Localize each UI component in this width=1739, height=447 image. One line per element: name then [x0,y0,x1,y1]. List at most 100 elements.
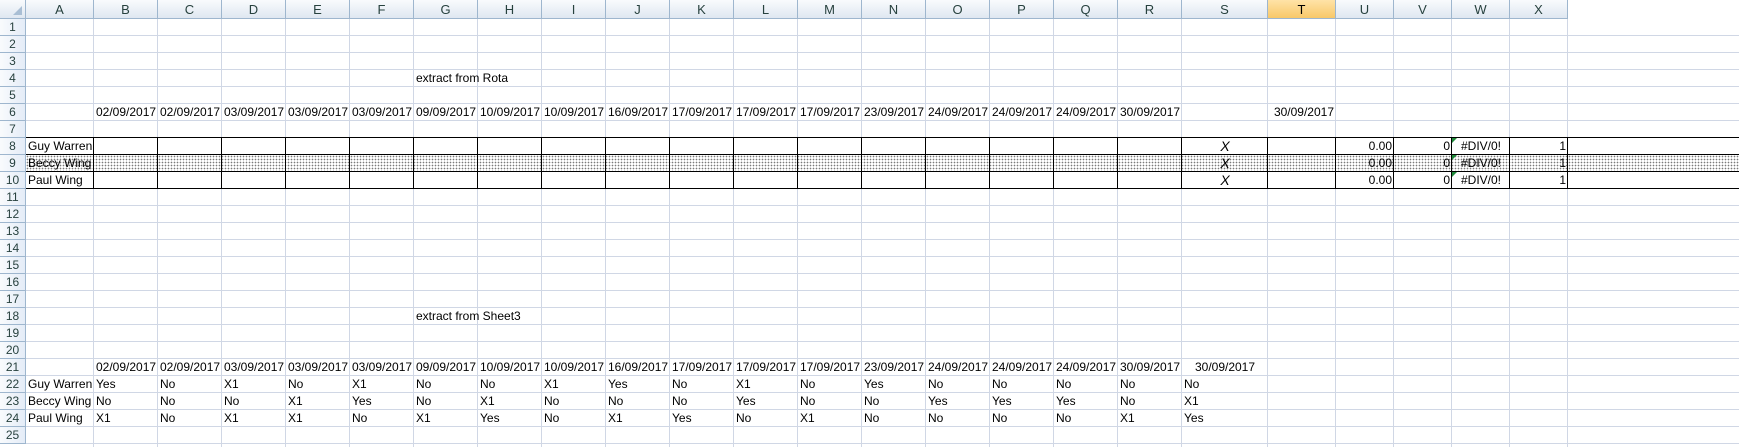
rota-date-cell[interactable]: 09/09/2017 [414,104,478,121]
sheet3-value-cell[interactable]: Yes [990,393,1054,410]
sheet3-value-cell[interactable]: Yes [1054,393,1118,410]
column-header-w[interactable]: W [1452,0,1510,19]
row-header-17[interactable]: 17 [0,291,26,308]
sheet3-date-cell[interactable]: 02/09/2017 [94,359,158,376]
sheet3-value-cell[interactable]: No [286,376,350,393]
sheet3-value-cell[interactable]: X1 [414,410,478,427]
sheet3-date-cell[interactable]: 30/09/2017 [1182,359,1268,376]
sheet3-value-cell[interactable]: No [1118,393,1182,410]
sheet3-value-cell[interactable]: X1 [222,376,286,393]
row-header-6[interactable]: 6 [0,104,26,121]
sheet3-value-cell[interactable]: No [606,393,670,410]
sheet3-value-cell[interactable]: No [926,410,990,427]
rota-date-cell[interactable]: 17/09/2017 [670,104,734,121]
sheet3-date-cell[interactable]: 23/09/2017 [862,359,926,376]
column-header-b[interactable]: B [94,0,158,19]
rota-mark-cell[interactable]: X [1182,172,1268,189]
row-header-9[interactable]: 9 [0,155,26,172]
rota-value-u[interactable]: 0.00 [1336,138,1394,155]
row-header-25[interactable]: 25 [0,427,26,444]
rota-error-w[interactable]: #DIV/0! [1452,155,1510,172]
column-header-o[interactable]: O [926,0,990,19]
rota-date-cell[interactable]: 03/09/2017 [286,104,350,121]
spreadsheet-grid[interactable]: A B C D E F G H I J K L M N O P Q R S T U V W X 1 2 3 4 5 6 7 8 9 10 11 12 1… [0,0,1739,447]
sheet3-value-cell[interactable]: No [94,393,158,410]
sheet3-value-cell[interactable]: X1 [350,376,414,393]
sheet3-value-cell[interactable]: X1 [1182,393,1268,410]
row-header-16[interactable]: 16 [0,274,26,291]
sheet3-value-cell[interactable]: X1 [1118,410,1182,427]
rota-date-cell[interactable]: 03/09/2017 [350,104,414,121]
row-header-23[interactable]: 23 [0,393,26,410]
sheet3-value-cell[interactable]: X1 [606,410,670,427]
sheet3-date-cell[interactable]: 24/09/2017 [1054,359,1118,376]
column-header-x[interactable]: X [1510,0,1568,19]
rota-date-cell[interactable]: 24/09/2017 [1054,104,1118,121]
row-header-18[interactable]: 18 [0,308,26,325]
column-header-i[interactable]: I [542,0,606,19]
sheet3-value-cell[interactable]: No [158,393,222,410]
column-header-a[interactable]: A [26,0,94,19]
sheet3-value-cell[interactable]: X1 [734,376,798,393]
sheet3-date-cell[interactable]: 09/09/2017 [414,359,478,376]
sheet3-value-cell[interactable]: Yes [734,393,798,410]
column-header-q[interactable]: Q [1054,0,1118,19]
column-header-j[interactable]: J [606,0,670,19]
sheet3-value-cell[interactable]: No [478,376,542,393]
sheet3-value-cell[interactable]: No [1054,410,1118,427]
row-header-13[interactable]: 13 [0,223,26,240]
rota-date-cell-t[interactable]: 30/09/2017 [1268,104,1336,121]
select-all-corner[interactable] [0,0,26,19]
column-header-c[interactable]: C [158,0,222,19]
column-header-u[interactable]: U [1336,0,1394,19]
sheet3-value-cell[interactable]: X1 [286,393,350,410]
rota-name-cell[interactable]: Beccy Wing [26,155,94,172]
sheet3-value-cell[interactable]: Yes [350,393,414,410]
column-header-p[interactable]: P [990,0,1054,19]
sheet3-value-cell[interactable]: X1 [478,393,542,410]
sheet3-date-cell[interactable]: 10/09/2017 [542,359,606,376]
row-header-1[interactable]: 1 [0,19,26,36]
sheet3-value-cell[interactable]: No [990,376,1054,393]
sheet3-value-cell[interactable]: Yes [926,393,990,410]
rota-error-w[interactable]: #DIV/0! [1452,138,1510,155]
sheet3-date-cell[interactable]: 16/09/2017 [606,359,670,376]
sheet3-value-cell[interactable]: Yes [478,410,542,427]
sheet3-value-cell[interactable]: No [350,410,414,427]
rota-value-x[interactable]: 1 [1510,172,1568,189]
sheet3-value-cell[interactable]: Yes [1182,410,1268,427]
row-header-10[interactable]: 10 [0,172,26,189]
sheet3-value-cell[interactable]: Yes [862,376,926,393]
row-header-4[interactable]: 4 [0,70,26,87]
sheet3-title[interactable]: extract from Sheet3 [414,308,521,325]
sheet3-value-cell[interactable]: No [414,376,478,393]
rota-date-cell[interactable]: 10/09/2017 [478,104,542,121]
sheet3-date-cell[interactable]: 17/09/2017 [734,359,798,376]
sheet3-value-cell[interactable]: No [798,376,862,393]
sheet3-value-cell[interactable]: No [542,393,606,410]
sheet3-value-cell[interactable]: No [862,410,926,427]
sheet3-value-cell[interactable]: No [990,410,1054,427]
column-header-d[interactable]: D [222,0,286,19]
row-header-11[interactable]: 11 [0,189,26,206]
sheet3-date-cell[interactable]: 10/09/2017 [478,359,542,376]
sheet3-value-cell[interactable]: X1 [286,410,350,427]
row-header-5[interactable]: 5 [0,87,26,104]
sheet3-name-cell[interactable]: Guy Warren [26,376,94,393]
column-header-n[interactable]: N [862,0,926,19]
rota-value-v[interactable]: 0 [1394,172,1452,189]
rota-date-cell[interactable]: 02/09/2017 [158,104,222,121]
row-header-8[interactable]: 8 [0,138,26,155]
sheet3-date-cell[interactable]: 03/09/2017 [222,359,286,376]
sheet3-value-cell[interactable]: No [1054,376,1118,393]
rota-date-cell[interactable]: 17/09/2017 [734,104,798,121]
rota-title[interactable]: extract from Rota [414,70,508,87]
column-header-r[interactable]: R [1118,0,1182,19]
row-header-14[interactable]: 14 [0,240,26,257]
sheet3-value-cell[interactable]: X1 [222,410,286,427]
sheet3-value-cell[interactable]: X1 [94,410,158,427]
sheet3-value-cell[interactable]: No [414,393,478,410]
rota-date-cell[interactable]: 30/09/2017 [1118,104,1182,121]
row-header-22[interactable]: 22 [0,376,26,393]
rota-mark-cell[interactable]: X [1182,155,1268,172]
